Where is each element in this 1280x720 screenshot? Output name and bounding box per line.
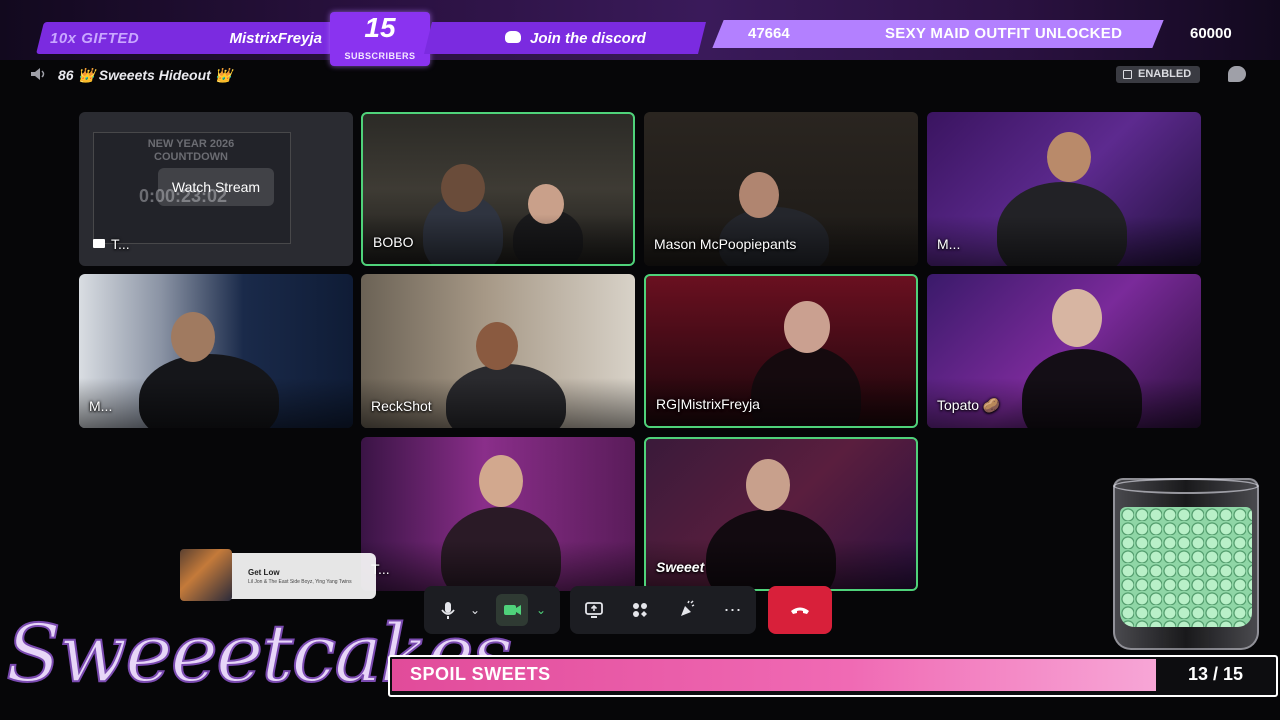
participant-head xyxy=(441,164,485,212)
tile-shade xyxy=(927,216,1201,266)
voice-channel-icon xyxy=(31,68,45,80)
spoil-count: 13 / 15 xyxy=(1188,664,1244,684)
countdown-title: NEW YEAR 2026 COUNTDOWN xyxy=(147,138,235,163)
screen-share-button[interactable] xyxy=(578,594,610,626)
channel-prefix: 86 👑 xyxy=(58,67,95,83)
screen-share-icon xyxy=(93,239,105,248)
participant-name: T... xyxy=(111,236,130,252)
participant-tile-topato[interactable]: Topato 🥔 xyxy=(927,274,1201,428)
participant-tile-mason[interactable]: Mason McPoopiepants xyxy=(644,112,918,266)
participant-tile-m2[interactable]: M... xyxy=(79,274,353,428)
participant-tile-sweeet[interactable]: Sweeet xyxy=(644,437,918,591)
participant-tile-bobo[interactable]: BOBO xyxy=(361,112,635,266)
participant-tile-t2[interactable]: T... xyxy=(361,437,635,591)
activity-controls: ⋯ xyxy=(570,586,756,634)
participant-head xyxy=(784,301,830,353)
subscribers-label: SUBSCRIBERS xyxy=(344,51,416,61)
participant-tile-freyja[interactable]: RG|MistrixFreyja xyxy=(644,274,918,428)
watch-stream-button[interactable]: Watch Stream xyxy=(158,168,274,206)
soundboard-button[interactable] xyxy=(670,594,702,626)
now-playing-title: Get Low xyxy=(248,568,280,577)
camera-options-button[interactable]: ⌄ xyxy=(530,594,552,626)
gifted-label: 10x GIFTED xyxy=(50,30,140,47)
participant-head xyxy=(476,322,518,370)
album-art xyxy=(180,549,232,601)
gifted-name: MistrixFreyja xyxy=(229,30,322,47)
participant-head xyxy=(739,172,779,218)
participant-name: M... xyxy=(89,398,113,414)
participant-name: Topato 🥔 xyxy=(937,397,1001,413)
activities-icon xyxy=(633,603,647,617)
participant-head xyxy=(1047,132,1091,182)
more-button[interactable]: ⋯ xyxy=(716,594,748,626)
chat-icon[interactable] xyxy=(1228,66,1246,82)
more-icon: ⋯ xyxy=(723,600,742,620)
participant-name: Mason McPoopiepants xyxy=(654,236,797,252)
hangup-icon xyxy=(791,607,809,614)
goal-current: 47664 xyxy=(748,25,790,42)
discord-icon xyxy=(505,31,521,43)
channel-title: Sweeets Hideout xyxy=(98,67,211,83)
participant-head xyxy=(171,312,215,362)
activity-icon xyxy=(1123,70,1132,79)
tile-shade xyxy=(361,541,635,591)
jar-candies xyxy=(1120,507,1252,627)
participant-name: ReckShot xyxy=(371,398,432,414)
participant-tile-m1[interactable]: M... xyxy=(927,112,1201,266)
disconnect-button[interactable] xyxy=(768,586,832,634)
jar-rim xyxy=(1113,478,1259,494)
tile-shade xyxy=(79,378,353,428)
chevron-down-icon: ⌄ xyxy=(535,603,547,617)
participant-name: RG|MistrixFreyja xyxy=(656,396,760,412)
participant-tile-reckshot[interactable]: ReckShot xyxy=(361,274,635,428)
now-playing-artist: Lil Jon & The East Side Boyz, Ying Yang … xyxy=(248,579,352,585)
subscribers-count: 15 xyxy=(364,12,396,43)
goal-title: SEXY MAID OUTFIT UNLOCKED xyxy=(885,25,1123,42)
channel-suffix: 👑 xyxy=(214,67,233,83)
participant-name: BOBO xyxy=(373,234,414,250)
enabled-label: ENABLED xyxy=(1138,68,1192,80)
participant-name: M... xyxy=(937,236,961,252)
participant-head xyxy=(1052,289,1102,347)
discord-label: Join the discord xyxy=(530,30,646,47)
participant-name: Sweeet xyxy=(656,559,705,575)
screen-share-icon xyxy=(585,602,603,618)
participant-head xyxy=(479,455,523,507)
goal-target: 60000 xyxy=(1190,25,1232,42)
participant-head xyxy=(746,459,790,511)
activities-button[interactable] xyxy=(624,594,656,626)
enabled-badge[interactable]: ENABLED xyxy=(1116,66,1200,83)
channel-name[interactable]: 86 👑 Sweeets Hideout 👑 xyxy=(58,67,232,84)
stream-tile[interactable]: NEW YEAR 2026 COUNTDOWN 0:00:23:02 Watch… xyxy=(79,112,353,266)
soundboard-icon xyxy=(681,600,695,616)
spoil-label: SPOIL SWEETS xyxy=(410,664,551,684)
